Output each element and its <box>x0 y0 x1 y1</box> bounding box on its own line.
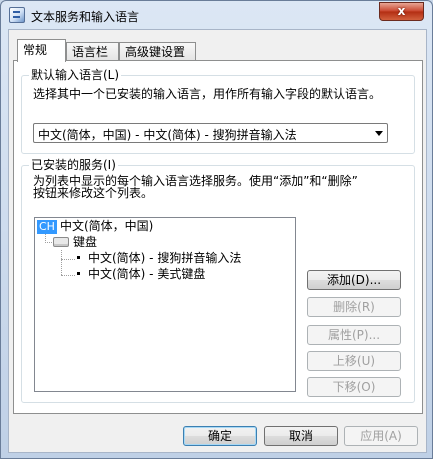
cancel-button[interactable]: 取消 <box>264 426 338 446</box>
tab-general[interactable]: 常规 <box>17 39 66 62</box>
tree-item-sogou-pinyin[interactable]: 中文(简体) - 搜狗拼音输入法 <box>77 251 241 266</box>
tree-item-label: 中文(简体) - 搜狗拼音输入法 <box>88 251 242 265</box>
installed-services-group-label: 已安装的服务(I) <box>29 158 118 172</box>
language-badge: CH <box>37 220 57 234</box>
default-language-group-label: 默认输入语言(L) <box>29 68 122 82</box>
tree-connector <box>61 275 75 276</box>
tree-item-label: 中文(简体) - 美式键盘 <box>88 267 206 281</box>
add-button[interactable]: 添加(D)... <box>307 270 401 290</box>
default-language-group: 默认输入语言(L) 选择其中一个已安装的输入语言，用作所有输入字段的默认语言。 … <box>21 68 415 154</box>
title-bar[interactable]: 文本服务和输入语言 x <box>1 1 432 29</box>
tab-page-general: 默认输入语言(L) 选择其中一个已安装的输入语言，用作所有输入字段的默认语言。 … <box>13 60 423 414</box>
bullet-icon <box>77 256 80 259</box>
text-services-icon <box>9 7 25 23</box>
tab-advanced-key-settings[interactable]: 高级键设置 <box>119 42 196 61</box>
close-button[interactable]: x <box>379 2 424 21</box>
tree-node-keyboard[interactable]: 键盘 <box>53 235 97 250</box>
tree-keyboard-label: 键盘 <box>73 235 98 249</box>
apply-button[interactable]: 应用(A) <box>344 426 418 446</box>
tree-connector <box>61 259 75 260</box>
properties-button[interactable]: 属性(P)... <box>307 325 401 345</box>
tree-connector <box>61 250 62 275</box>
default-language-selected: 中文(简体，中国) - 中文(简体) - 搜狗拼音输入法 <box>38 128 297 142</box>
move-up-button[interactable]: 上移(U) <box>307 351 401 371</box>
keyboard-icon <box>53 237 69 247</box>
dialog-client-area: 常规 语言栏 高级键设置 默认输入语言(L) 选择其中一个已安装的输入语言，用作… <box>8 29 427 453</box>
installed-services-group: 已安装的服务(I) 为列表中显示的每个输入语言选择服务。使用“添加”和“删除” … <box>21 158 415 403</box>
tree-item-us-keyboard[interactable]: 中文(简体) - 美式键盘 <box>77 267 205 282</box>
remove-button[interactable]: 删除(R) <box>307 297 401 317</box>
tab-language-bar[interactable]: 语言栏 <box>66 42 119 61</box>
default-language-description: 选择其中一个已安装的输入语言，用作所有输入字段的默认语言。 <box>33 87 382 101</box>
move-down-button[interactable]: 下移(O) <box>307 377 401 397</box>
bullet-icon <box>77 272 80 275</box>
services-tree[interactable]: CH 中文(简体，中国) 键盘 中文(简体) - 搜狗拼音输入法 中文(简体) -… <box>34 217 296 392</box>
default-language-dropdown[interactable]: 中文(简体，中国) - 中文(简体) - 搜狗拼音输入法 <box>33 123 388 143</box>
window-title: 文本服务和输入语言 <box>31 10 140 24</box>
tree-connector <box>45 242 52 243</box>
dialog-window: 文本服务和输入语言 x 常规 语言栏 高级键设置 默认输入语言(L) 选择其中一… <box>0 0 433 459</box>
chevron-down-icon[interactable] <box>375 131 383 136</box>
tree-language-label: 中文(简体，中国) <box>59 219 154 233</box>
installed-services-description-line2: 按钮来修改这个列表。 <box>33 186 154 200</box>
ok-button[interactable]: 确定 <box>183 426 257 446</box>
tree-node-language[interactable]: CH 中文(简体，中国) <box>37 219 153 234</box>
